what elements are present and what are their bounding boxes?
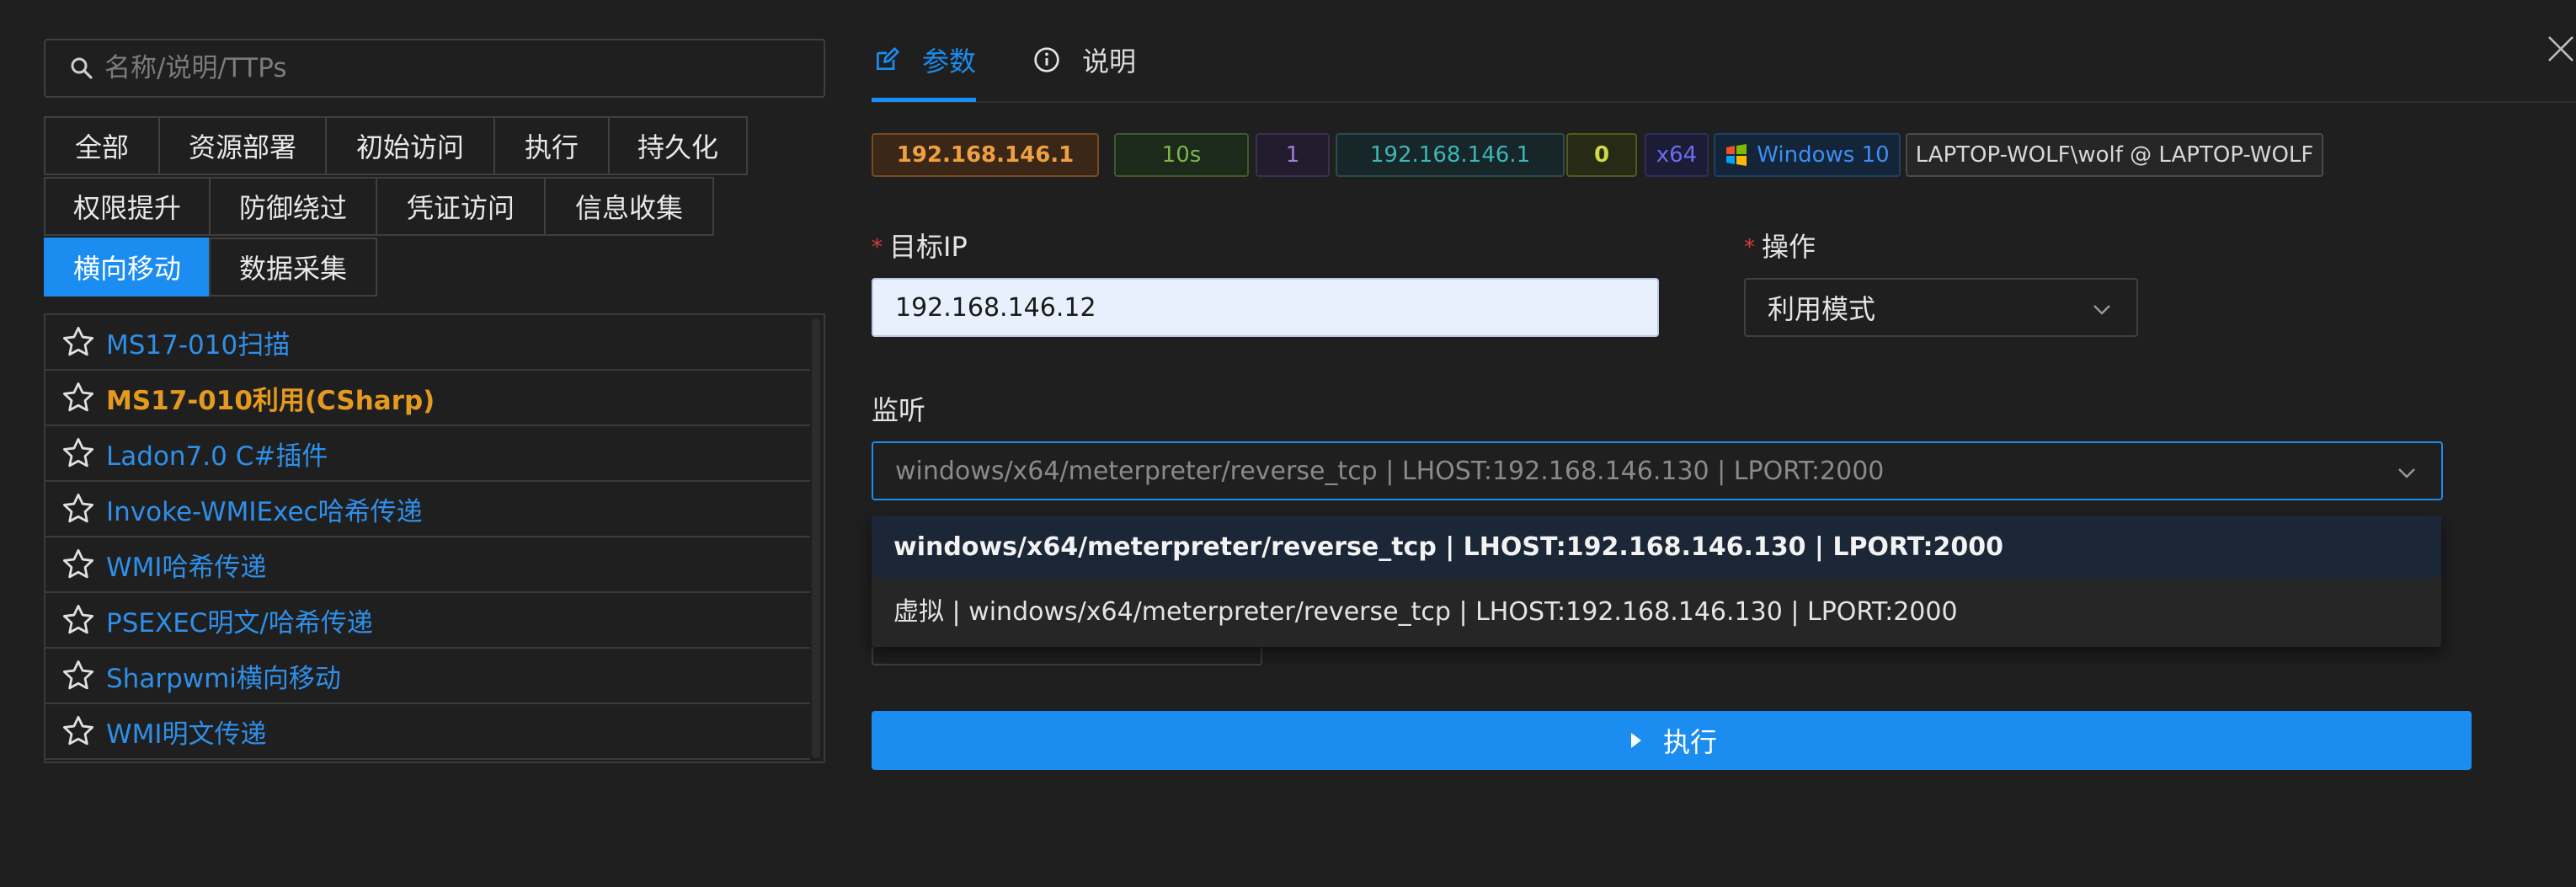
listener-label: 监听 [872,389,925,428]
tab-privilege-escalation[interactable]: 权限提升 [44,177,211,236]
tab-initial-access[interactable]: 初始访问 [325,116,495,175]
listener-label-text: 监听 [872,394,926,426]
session-count-badge: 0 [1566,133,1637,177]
tab-persistence[interactable]: 持久化 [608,116,748,175]
module-detail-panel: 参数 说明 192.168.146.1 10s 1 192.168.146.1 … [872,0,2576,887]
session-os-label: Windows 10 [1757,142,1890,168]
module-name: Sharpwmi横向移动 [106,663,341,694]
required-mark: * [872,235,883,260]
tab-description-label: 说明 [1082,45,1137,77]
required-mark: * [1744,235,1755,260]
tab-params[interactable]: 参数 [872,39,976,81]
operation-select[interactable]: 利用模式 [1744,278,2138,337]
list-item[interactable]: MS17-010利用(CSharp) [45,371,813,426]
tab-credential-access[interactable]: 凭证访问 [376,177,546,236]
list-item[interactable]: PSEXEC明文/哈希传递 [45,593,813,649]
scrollbar-thumb[interactable] [812,318,820,758]
tab-collection[interactable]: 数据采集 [209,238,377,297]
list-item[interactable]: Sharpwmi横向移动 [45,649,813,704]
list-item[interactable]: WMI明文传递 [45,704,813,760]
operation-select-value: 利用模式 [1768,293,1876,325]
info-icon [1032,45,1062,75]
edit-icon [872,45,902,75]
search-icon [67,54,96,83]
target-ip-input[interactable] [872,278,1659,337]
execute-button[interactable]: 执行 [872,711,2472,770]
detail-tabs: 参数 说明 [872,0,2576,103]
app-root: 全部 资源部署 初始访问 执行 持久化 权限提升 防御绕过 凭证访问 信息收集 … [0,0,2576,887]
star-icon[interactable] [61,435,96,471]
operation-label: * 操作 [1744,226,1816,264]
list-item[interactable]: Ladon7.0 C#插件 [45,426,813,482]
session-interval-badge: 10s [1114,133,1249,177]
list-item[interactable]: WMI哈希传递 [45,537,813,593]
tab-defense-evasion[interactable]: 防御绕过 [209,177,377,236]
module-name: WMI明文传递 [106,719,267,750]
list-item[interactable]: Invoke-WMIExec哈希传递 [45,482,813,537]
session-internal-ip-badge: 192.168.146.1 [1336,133,1565,177]
chevron-down-icon [2394,460,2419,485]
star-icon[interactable] [61,547,96,582]
tab-all[interactable]: 全部 [44,116,160,175]
target-ip-label-text: 目标IP [889,231,968,263]
module-browser: 全部 资源部署 初始访问 执行 持久化 权限提升 防御绕过 凭证访问 信息收集 … [44,39,825,763]
star-icon[interactable] [61,658,96,693]
module-name: WMI哈希传递 [106,552,267,583]
star-icon[interactable] [61,491,96,526]
listener-select[interactable]: windows/x64/meterpreter/reverse_tcp | LH… [872,441,2443,500]
search-input[interactable] [104,53,795,83]
windows-icon [1725,143,1748,167]
obscured-field [872,647,1262,665]
search-box[interactable] [44,39,825,98]
listener-select-value: windows/x64/meterpreter/reverse_tcp | LH… [895,456,1885,486]
module-name: MS17-010扫描 [106,329,291,361]
tab-params-label: 参数 [922,45,977,77]
star-icon[interactable] [61,602,96,638]
tab-discovery[interactable]: 信息收集 [544,177,714,236]
module-list: MS17-010扫描 MS17-010利用(CSharp) Ladon7.0 C… [44,313,825,763]
close-icon[interactable] [2544,32,2576,66]
chevron-down-icon [2089,297,2115,322]
module-name: PSEXEC明文/哈希传递 [106,607,373,639]
tab-resource-deployment[interactable]: 资源部署 [158,116,327,175]
session-pid-badge: 1 [1256,133,1330,177]
execute-label: 执行 [1662,726,1717,758]
play-icon [1626,729,1645,751]
listener-option[interactable]: 虚拟 | windows/x64/meterpreter/reverse_tcp… [872,578,2441,640]
list-item[interactable]: MS17-010扫描 [45,315,813,371]
module-name: MS17-010利用(CSharp) [106,385,435,416]
tab-lateral-movement[interactable]: 横向移动 [44,238,211,297]
module-name: Ladon7.0 C#插件 [106,441,328,472]
tab-execution[interactable]: 执行 [493,116,610,175]
star-icon[interactable] [61,324,96,360]
session-os-badge: Windows 10 [1714,133,1901,177]
session-ip-badge: 192.168.146.1 [872,133,1099,177]
active-tab-indicator [872,98,976,102]
module-name: Invoke-WMIExec哈希传递 [106,496,423,527]
session-badges: 192.168.146.1 10s 1 192.168.146.1 0 x64 … [872,133,2576,177]
category-tabs: 全部 资源部署 初始访问 执行 持久化 权限提升 防御绕过 凭证访问 信息收集 … [44,116,825,300]
listener-dropdown: windows/x64/meterpreter/reverse_tcp | LH… [872,516,2441,647]
session-user-badge: LAPTOP-WOLF\wolf @ LAPTOP-WOLF [1906,133,2323,177]
star-icon[interactable] [61,380,96,415]
tab-description[interactable]: 说明 [1032,39,1136,81]
listener-option[interactable]: windows/x64/meterpreter/reverse_tcp | LH… [872,516,2441,578]
star-icon[interactable] [61,713,96,749]
operation-label-text: 操作 [1762,231,1816,263]
session-arch-badge: x64 [1645,133,1709,177]
target-ip-label: * 目标IP [872,226,968,264]
